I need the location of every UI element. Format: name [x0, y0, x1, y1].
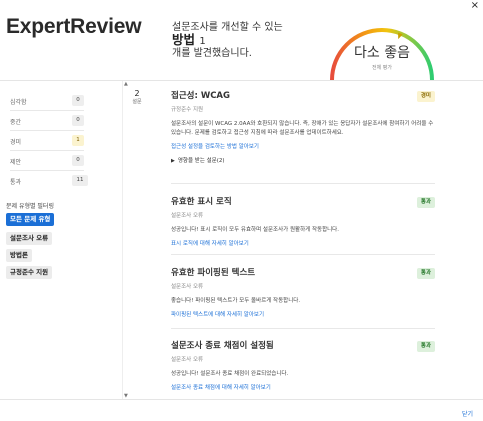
- issue-category: 설문조사 오류: [171, 284, 204, 290]
- app-logo: ExpertReview: [6, 15, 142, 38]
- issue-learn-more-link[interactable]: 접근성 설정을 검토하는 방법 알아보기: [171, 142, 435, 150]
- severity-divider: [10, 130, 84, 131]
- chevron-right-icon: ▶: [171, 158, 175, 164]
- issue-count-unit: 설문: [132, 99, 142, 105]
- issue-title: 유효한 표시 로직: [171, 197, 232, 207]
- severity-divider: [10, 150, 84, 151]
- severity-divider: [10, 110, 84, 111]
- close-button[interactable]: 닫기: [462, 409, 473, 418]
- gauge-sub-label: 전체 평가: [372, 65, 392, 71]
- issue-count: 2 설문: [132, 89, 142, 105]
- severity-label: 중간: [10, 119, 22, 126]
- issue-description: 성공입니다! 설문조사 종료 채점이 완료되었습니다.: [171, 371, 289, 377]
- issue-divider: [171, 254, 435, 255]
- issue-count-number: 2: [134, 89, 140, 98]
- issue-title: 접근성: WCAG: [171, 91, 230, 101]
- severity-label: 경미: [10, 139, 22, 146]
- issue-title: 설문조사 종료 채점이 설정됨: [171, 341, 274, 351]
- issue-card-end-scoring: 설문조사 종료 채점이 설정됨 설문조사 오류 성공입니다! 설문조사 종료 채…: [171, 339, 435, 391]
- severity-count: 0: [72, 155, 84, 166]
- summary-headline: 설문조사를 개선할 수 있는 방법 1 개를 발견했습니다.: [172, 22, 283, 60]
- severity-row-moderate[interactable]: 중간 0: [10, 115, 84, 127]
- severity-divider: [10, 170, 84, 171]
- headline-line-2: 방법 1: [172, 32, 283, 48]
- issue-description: 좋습니다! 파이핑된 텍스트가 모두 올바르게 작동합니다.: [171, 298, 301, 304]
- severity-row-minor[interactable]: 경미 1: [10, 135, 84, 147]
- severity-badge: 통과: [416, 197, 435, 208]
- filter-compliance-support[interactable]: 규정준수 지원: [6, 266, 53, 279]
- filter-all-issue-types[interactable]: 모든 문제 유형: [6, 213, 55, 226]
- headline-line-3: 개를 발견했습니다.: [172, 48, 252, 59]
- severity-count: 0: [72, 95, 84, 106]
- severity-count: 0: [72, 115, 84, 126]
- filter-title: 문제 유형별 필터링: [6, 203, 54, 210]
- severity-label: 심각함: [10, 99, 27, 106]
- severity-row-suggestion[interactable]: 제안 0: [10, 155, 84, 167]
- severity-label: 제안: [10, 159, 22, 166]
- severity-sidebar: 심각함 0 중간 0 경미 1 제안 0 통과 11 문제 유형별 필터링 모든…: [0, 81, 122, 401]
- severity-badge: 경미: [416, 91, 435, 102]
- issue-description: 성공입니다! 표시 로직이 모두 유효하며 설문조사가 원활하게 작동합니다.: [171, 227, 339, 233]
- issue-title: 유효한 파이핑된 텍스트: [171, 268, 256, 278]
- score-gauge: 다소 좋음 전체 평가: [326, 14, 438, 81]
- issue-card-display-logic: 유효한 표시 로직 설문조사 오류 성공입니다! 표시 로직이 모두 유효하며 …: [171, 195, 435, 247]
- gauge-rating-label: 다소 좋음: [354, 45, 410, 61]
- issue-learn-more-link[interactable]: 표시 로직에 대해 자세히 알아보기: [171, 239, 435, 247]
- affected-questions-toggle[interactable]: ▶ 영향을 받는 설문(2): [171, 156, 435, 164]
- issue-divider: [171, 183, 435, 184]
- issue-divider: [171, 328, 435, 329]
- severity-count: 11: [72, 175, 88, 186]
- headline-count: 1: [199, 36, 206, 47]
- severity-badge: 통과: [416, 268, 435, 279]
- issues-scrollbar[interactable]: ▲ ▼: [122, 81, 129, 399]
- footer-divider: [0, 399, 483, 400]
- issue-card-piped-text: 유효한 파이핑된 텍스트 설문조사 오류 좋습니다! 파이핑된 텍스트가 모두 …: [171, 266, 435, 318]
- issue-category: 설문조사 오류: [171, 213, 204, 219]
- issue-category: 설문조사 오류: [171, 357, 204, 363]
- severity-badge: 통과: [416, 341, 435, 352]
- filter-survey-errors[interactable]: 설문조사 오류: [6, 232, 53, 245]
- issue-card-accessibility: 접근성: WCAG 규정준수 지원 설문조사의 설문이 WCAG 2.0AA와 …: [171, 89, 435, 164]
- issue-category: 규정준수 지원: [171, 107, 204, 113]
- filter-methodology[interactable]: 방법론: [6, 249, 32, 262]
- affected-questions-label: 영향을 받는 설문(2): [177, 158, 225, 164]
- issues-panel: 2 설문 접근성: WCAG 규정준수 지원 설문조사의 설문이 WCAG 2.…: [129, 81, 483, 399]
- severity-count: 1: [72, 135, 84, 146]
- headline-bold: 방법: [172, 32, 196, 47]
- severity-row-passed[interactable]: 통과 11: [10, 175, 88, 187]
- severity-label: 통과: [10, 179, 22, 186]
- issue-learn-more-link[interactable]: 설문조사 종료 채점에 대해 자세히 알아보기: [171, 383, 435, 391]
- severity-row-critical[interactable]: 심각함 0: [10, 95, 84, 107]
- review-header: ExpertReview 설문조사를 개선할 수 있는 방법 1 개를 발견했습…: [0, 0, 483, 81]
- issue-description: 설문조사의 설문이 WCAG 2.0AA와 호환되지 않습니다. 즉, 장애가 …: [171, 121, 434, 136]
- scroll-up-icon[interactable]: ▲: [124, 81, 128, 87]
- issue-learn-more-link[interactable]: 파이핑된 텍스트에 대해 자세히 알아보기: [171, 310, 435, 318]
